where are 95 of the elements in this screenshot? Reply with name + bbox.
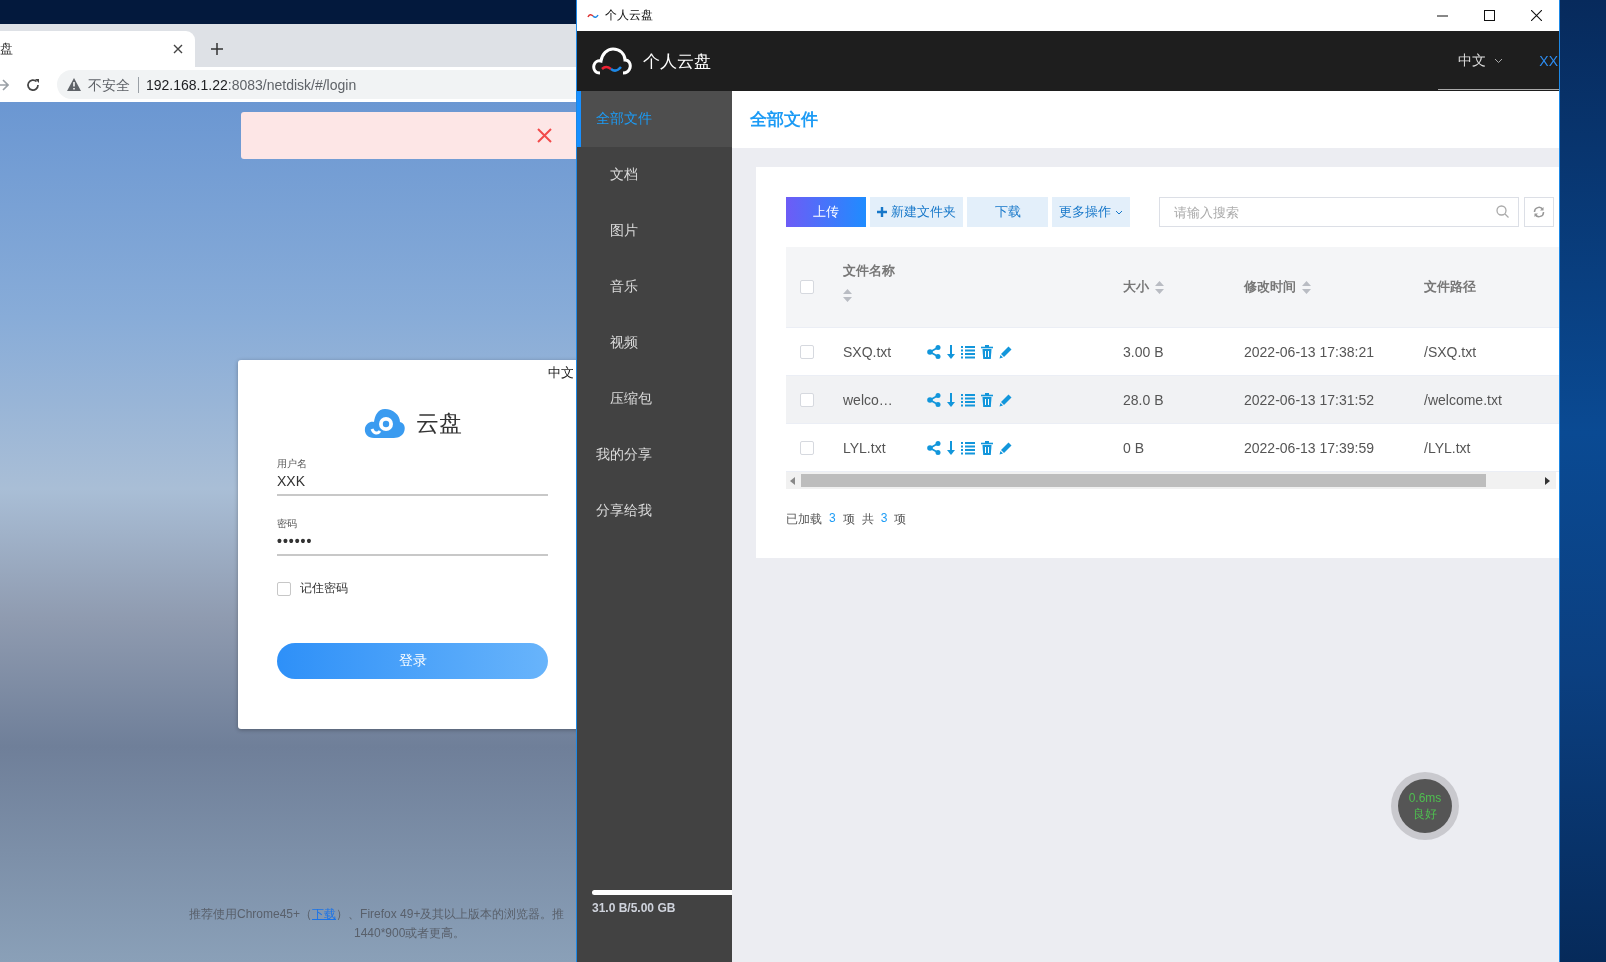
trash-icon[interactable]	[981, 392, 993, 407]
brand-name: 云盘	[415, 408, 462, 438]
file-name[interactable]: LYL.txt	[843, 439, 927, 456]
browser-tab[interactable]: 盘	[0, 31, 195, 67]
column-header: 文件路径	[1424, 278, 1476, 296]
horizontal-scrollbar[interactable]	[786, 472, 1556, 489]
user-name[interactable]: XX	[1539, 53, 1558, 69]
total-count: 3	[880, 511, 888, 527]
row-checkbox[interactable]	[800, 440, 814, 455]
unit-label: 项	[894, 511, 907, 528]
list-icon[interactable]	[961, 440, 975, 455]
column-header: 文件名称	[843, 262, 895, 280]
close-icon[interactable]	[1531, 10, 1542, 21]
download-button[interactable]: 下载	[967, 197, 1048, 227]
security-label: 不安全	[88, 76, 139, 93]
search-icon	[1496, 205, 1509, 218]
new-tab-icon[interactable]	[211, 42, 223, 55]
table-row[interactable]: welco… 28.0 B 2022-06-13 17:31:52 /welcome.txt	[786, 376, 1559, 424]
chevron-icon	[1494, 57, 1504, 64]
search-field[interactable]: 请输入搜索	[1159, 197, 1519, 227]
sidebar-item[interactable]: 视频	[577, 315, 732, 371]
total-label: 共	[861, 511, 874, 528]
column-header: 修改时间	[1244, 278, 1296, 296]
chevron-icon	[1115, 209, 1123, 215]
remember-label: 记住密码	[300, 580, 348, 597]
reload-icon[interactable]	[26, 77, 40, 92]
sidebar-item[interactable]: 音乐	[577, 259, 732, 315]
sidebar-item[interactable]: 压缩包	[577, 371, 732, 427]
page-title: 全部文件	[732, 91, 1559, 148]
app-brand: 个人云盘	[643, 50, 711, 73]
unit-label: 项	[842, 511, 855, 528]
field-label: 密码	[277, 517, 298, 531]
window-title: 个人云盘	[605, 7, 653, 24]
list-icon[interactable]	[961, 392, 975, 407]
refresh-button[interactable]	[1524, 197, 1554, 227]
refresh-icon	[1533, 206, 1545, 218]
language-link[interactable]: 中文	[548, 364, 574, 382]
username-field[interactable]: XXK	[277, 471, 548, 496]
cloud-logo-icon	[592, 47, 632, 75]
file-path: /SXQ.txt	[1424, 343, 1478, 360]
share-icon[interactable]	[927, 392, 941, 407]
sidebar-item[interactable]: 分享给我	[577, 483, 732, 539]
row-checkbox[interactable]	[800, 392, 814, 407]
plus-icon	[877, 207, 887, 217]
forward-icon[interactable]	[0, 78, 9, 91]
file-path: /welcome.txt	[1424, 391, 1503, 408]
select-all-checkbox[interactable]	[800, 280, 814, 294]
download-icon[interactable]	[947, 440, 955, 455]
sort-icon[interactable]	[1155, 280, 1164, 294]
warning-icon	[67, 78, 81, 91]
new-folder-button[interactable]: 新建文件夹	[870, 197, 963, 227]
file-size: 0 B	[1123, 439, 1145, 456]
field-label: 用户名	[277, 457, 308, 471]
latency-value: 0.6ms	[1408, 790, 1442, 806]
close-icon[interactable]	[173, 44, 183, 54]
trash-icon[interactable]	[981, 344, 993, 359]
sidebar-item[interactable]: 图片	[577, 203, 732, 259]
upload-button[interactable]: 上传	[786, 197, 866, 227]
address-bar[interactable]: 不安全 192.168.1.22:8083/netdisk/#/login	[57, 70, 576, 99]
list-icon[interactable]	[961, 344, 975, 359]
pencil-icon[interactable]	[999, 440, 1012, 455]
file-size: 28.0 B	[1123, 391, 1165, 408]
loaded-label: 已加载	[786, 511, 822, 528]
sidebar-item[interactable]: 我的分享	[577, 427, 732, 483]
file-name[interactable]: SXQ.txt	[843, 343, 927, 360]
right-arrow-icon[interactable]	[1545, 476, 1550, 485]
left-arrow-icon[interactable]	[790, 476, 795, 485]
more-actions-button[interactable]: 更多操作	[1052, 197, 1130, 227]
url-text: 192.168.1.22:8083/netdisk/#/login	[146, 76, 357, 93]
storage-reading: 31.0 B/5.00 GB	[592, 901, 677, 915]
sort-icon[interactable]	[843, 289, 852, 302]
download-icon[interactable]	[947, 344, 955, 359]
file-size: 3.00 B	[1123, 343, 1165, 360]
sort-icon[interactable]	[1302, 280, 1311, 294]
modified-time: 2022-06-13 17:39:59	[1244, 439, 1375, 456]
pencil-icon[interactable]	[999, 392, 1012, 407]
cloud-logo-icon	[363, 407, 406, 439]
share-icon[interactable]	[927, 440, 941, 455]
checkbox[interactable]	[277, 581, 291, 596]
file-path: /LYL.txt	[1424, 439, 1472, 456]
latency-quality: 良好	[1413, 806, 1437, 822]
app-icon	[587, 11, 599, 20]
trash-icon[interactable]	[981, 440, 993, 455]
loaded-count: 3	[829, 511, 836, 527]
modified-time: 2022-06-13 17:31:52	[1244, 391, 1375, 408]
maximize-icon[interactable]	[1484, 10, 1495, 21]
modified-time: 2022-06-13 17:38:21	[1244, 343, 1375, 360]
row-checkbox[interactable]	[800, 344, 814, 359]
password-field[interactable]: ••••••	[277, 531, 548, 556]
share-icon[interactable]	[927, 344, 941, 359]
column-header: 大小	[1123, 278, 1149, 296]
pencil-icon[interactable]	[999, 344, 1012, 359]
file-name[interactable]: welco…	[843, 391, 927, 408]
sidebar-item[interactable]: 文档	[577, 147, 732, 203]
download-icon[interactable]	[947, 392, 955, 407]
